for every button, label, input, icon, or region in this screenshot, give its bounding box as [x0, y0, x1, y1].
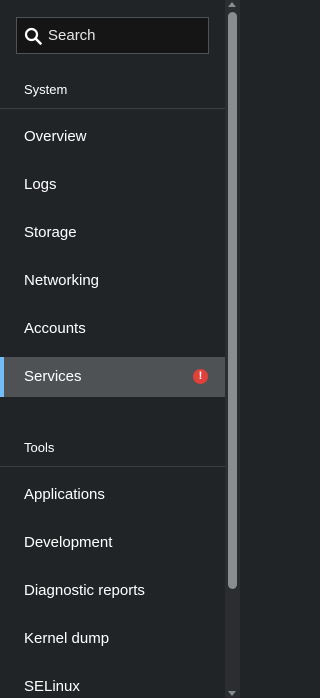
nav-item-kernel-dump[interactable]: Kernel dump [0, 619, 225, 659]
nav-item-logs[interactable]: Logs [0, 165, 225, 205]
nav-item-label: Overview [24, 128, 87, 145]
nav-item-overview[interactable]: Overview [0, 117, 225, 157]
nav-item-networking[interactable]: Networking [0, 261, 225, 301]
group-title-system: System [24, 82, 68, 97]
group-title-tools: Tools [24, 440, 55, 455]
nav-item-selinux[interactable]: SELinux [0, 667, 225, 698]
nav-item-label: Networking [24, 272, 100, 289]
scrollbar[interactable] [225, 0, 240, 698]
search-icon [24, 27, 42, 45]
alert-icon: ! [193, 369, 208, 384]
nav-item-label: Accounts [24, 320, 86, 337]
nav-item-label: Development [24, 534, 113, 551]
search-input[interactable] [48, 18, 203, 53]
nav-item-services[interactable]: Services ! [0, 357, 225, 397]
nav-item-development[interactable]: Development [0, 523, 225, 563]
nav-item-label: Services [24, 368, 82, 385]
divider [0, 466, 225, 467]
scroll-down-arrow-icon[interactable] [228, 691, 236, 696]
nav-item-label: Kernel dump [24, 630, 110, 647]
nav-item-diagnostic-reports[interactable]: Diagnostic reports [0, 571, 225, 611]
nav-item-label: SELinux [24, 678, 80, 695]
nav-item-applications[interactable]: Applications [0, 475, 225, 515]
divider [0, 108, 225, 109]
nav-item-label: Applications [24, 486, 105, 503]
scroll-up-arrow-icon[interactable] [228, 2, 236, 7]
nav-item-label: Logs [24, 176, 57, 193]
nav-item-accounts[interactable]: Accounts [0, 309, 225, 349]
scrollbar-thumb[interactable] [228, 12, 237, 589]
search-box[interactable] [16, 17, 209, 54]
sidebar: System Overview Logs Storage Networking … [0, 0, 240, 698]
nav-item-label: Diagnostic reports [24, 582, 145, 599]
nav-item-label: Storage [24, 224, 77, 241]
nav-item-storage[interactable]: Storage [0, 213, 225, 253]
